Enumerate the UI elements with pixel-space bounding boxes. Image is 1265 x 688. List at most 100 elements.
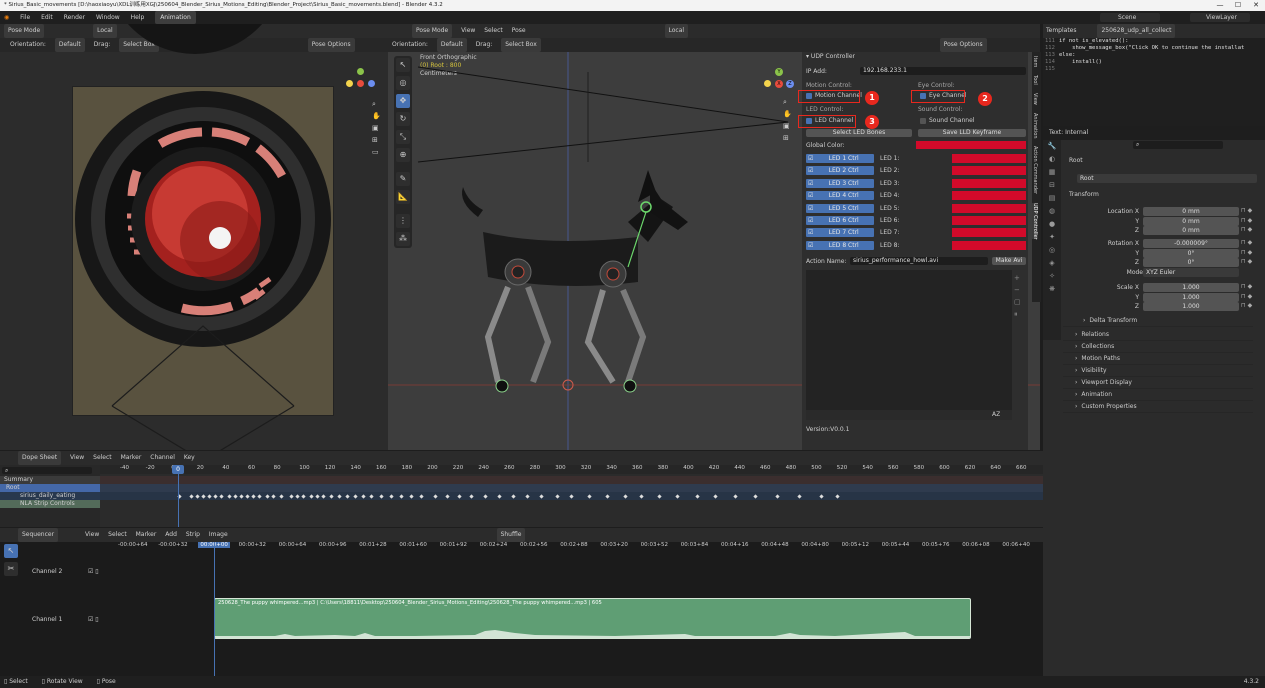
led-color-swatch[interactable] <box>952 228 1026 238</box>
led-color-swatch[interactable] <box>952 178 1026 188</box>
tab-animation[interactable]: Animation <box>1032 113 1038 139</box>
left-view-controls[interactable]: ⌕ ✋ ▣ ⊞ ▭ <box>372 98 382 158</box>
action-name-field[interactable]: sirius_performance_howl.avi <box>850 257 988 265</box>
udp-panel-header[interactable]: ▾ UDP Controller <box>802 52 1028 62</box>
property-section[interactable]: › Custom Properties <box>1063 401 1253 413</box>
led-ctrl-button[interactable]: ☑ LED 8 Ctrl <box>806 240 874 250</box>
ip-address-field[interactable]: 192.168.233.1 <box>860 67 1026 75</box>
led-ctrl-button[interactable]: ☑ LED 4 Ctrl <box>806 191 874 201</box>
sequencer[interactable]: Sequencer View Select Marker Add Strip I… <box>0 528 1043 676</box>
list-filter-bar[interactable] <box>806 410 1012 420</box>
scene-selector[interactable]: Scene <box>1100 13 1160 22</box>
shuffle-dropdown[interactable]: Shuffle <box>496 528 526 542</box>
dopesheet-menu-key[interactable]: Key <box>184 451 195 465</box>
lock-icon[interactable]: ⊓ ◆ <box>1241 258 1252 265</box>
keyframe-marker[interactable] <box>361 494 366 499</box>
minimize-button[interactable]: — <box>1211 0 1229 11</box>
tab-tool[interactable]: Tool <box>1032 75 1038 85</box>
seq-menu-view[interactable]: View <box>85 528 99 542</box>
keyframe-marker[interactable] <box>623 494 628 499</box>
channel-search[interactable]: ⌕ <box>2 467 92 474</box>
keyframe-marker[interactable] <box>337 494 342 499</box>
lock-icon[interactable]: ⊓ ◆ <box>1241 226 1252 233</box>
close-button[interactable]: ✕ <box>1247 0 1265 11</box>
keyframe-marker[interactable] <box>753 494 758 499</box>
view-layer-selector[interactable]: ViewLayer <box>1190 13 1250 22</box>
property-section[interactable]: › Delta Transform <box>1063 315 1253 327</box>
keyframe-marker[interactable] <box>713 494 718 499</box>
led-ctrl-button[interactable]: ☑ LED 3 Ctrl <box>806 178 874 188</box>
keyframe-marker[interactable] <box>525 494 530 499</box>
keyframe-marker[interactable] <box>775 494 780 499</box>
keyframe-marker[interactable] <box>189 494 194 499</box>
dopesheet-editor-type[interactable]: Dope Sheet <box>18 451 62 465</box>
main-menu-pose[interactable]: Pose <box>512 24 526 38</box>
keyframe-marker[interactable] <box>329 494 334 499</box>
main-3d-viewport[interactable]: Pose Mode View Select Pose Local Orienta… <box>388 24 1040 450</box>
dopesheet-ruler[interactable]: -40 -20 0 20 40 60 80 100 120 140 160 180 200 220 240 2… <box>100 465 1043 474</box>
led-color-swatch[interactable] <box>952 216 1026 225</box>
keyframe-marker[interactable] <box>695 494 700 499</box>
keyframe-marker[interactable] <box>265 494 270 499</box>
transform-value-field[interactable]: 0° <box>1143 258 1239 267</box>
code-area[interactable]: 111 if not is_elevated(): 112 show_message… <box>1043 38 1265 73</box>
keyframe-marker[interactable] <box>409 494 414 499</box>
channel-nla-controls[interactable]: NLA Strip Controls <box>0 500 100 508</box>
menu-file[interactable]: File <box>20 11 30 24</box>
properties-search[interactable]: ⌕ <box>1133 141 1223 149</box>
transform-value-field[interactable]: 0 mm <box>1143 207 1239 216</box>
keyframe-marker[interactable] <box>369 494 374 499</box>
lock-icon[interactable]: ⊓ ◆ <box>1241 293 1252 300</box>
keyframe-marker[interactable] <box>733 494 738 499</box>
lock-icon[interactable]: ⊓ ◆ <box>1241 283 1252 290</box>
keyframe-marker[interactable] <box>239 494 244 499</box>
keyframe-marker[interactable] <box>309 494 314 499</box>
tab-action-commander[interactable]: Action Commander <box>1032 146 1038 194</box>
keyframe-marker[interactable] <box>219 494 224 499</box>
lock-icon[interactable]: ⊓ ◆ <box>1241 239 1252 246</box>
main-pose-options[interactable]: Pose Options <box>939 38 987 52</box>
transform-value-field[interactable]: 0 mm <box>1143 226 1239 235</box>
keyframe-marker[interactable] <box>675 494 680 499</box>
transform-value-field[interactable]: -0.000009° <box>1143 239 1239 248</box>
keyframe-marker[interactable] <box>569 494 574 499</box>
led-color-swatch[interactable] <box>952 240 1026 250</box>
seq-menu-image[interactable]: Image <box>209 528 228 542</box>
keyframe-marker[interactable] <box>587 494 592 499</box>
playhead-line[interactable] <box>178 465 179 527</box>
camera-viewport[interactable]: Pose Mode Local Orientation: Default Dra… <box>0 24 388 450</box>
select-tool-icon[interactable]: ↖ <box>4 544 18 558</box>
property-section[interactable]: › Animation <box>1063 389 1253 401</box>
left-mode-dropdown[interactable]: Pose Mode <box>4 24 45 38</box>
keyframe-marker[interactable] <box>257 494 262 499</box>
text-file-selector[interactable]: 250628_udp_all_collect <box>1097 24 1176 38</box>
channel-root[interactable]: Root <box>0 484 100 492</box>
keyframe-marker[interactable] <box>213 494 218 499</box>
led-color-swatch[interactable] <box>952 166 1026 176</box>
transform-value-field[interactable]: 1.000 <box>1143 292 1239 302</box>
property-section[interactable]: › Viewport Display <box>1063 377 1253 389</box>
led-ctrl-button[interactable]: ☑ LED 6 Ctrl <box>806 216 874 225</box>
main-drag-dropdown[interactable]: Select Box <box>501 38 541 52</box>
keyframe-marker[interactable] <box>279 494 284 499</box>
keyframe-marker[interactable] <box>289 494 294 499</box>
global-color-swatch[interactable] <box>916 141 1026 149</box>
led-ctrl-button[interactable]: ☑ LED 2 Ctrl <box>806 166 874 176</box>
main-orientation-dropdown[interactable]: Default <box>436 38 467 52</box>
keyframe-marker[interactable] <box>271 494 276 499</box>
transform-value-field[interactable]: 0° <box>1143 248 1239 258</box>
keyframe-marker[interactable] <box>295 494 300 499</box>
tab-view[interactable]: View <box>1032 93 1038 105</box>
main-view-controls[interactable]: ⌕ ✋ ▣ ⊞ <box>783 96 793 144</box>
workspace-tab-animation[interactable]: Animation <box>155 11 196 24</box>
lock-icon[interactable]: ⊓ ◆ <box>1241 249 1252 256</box>
left-navigation-gizmo[interactable] <box>346 68 376 98</box>
audio-strip[interactable]: 250628_The puppy whimpered...mp3 | C:\Us… <box>214 598 971 639</box>
menu-window[interactable]: Window <box>96 11 120 24</box>
keyframe-marker[interactable] <box>345 494 350 499</box>
list-sort-button[interactable]: AZ <box>992 410 1002 419</box>
make-avi-button[interactable]: Make Avi <box>992 257 1026 265</box>
tab-item[interactable]: Item <box>1032 56 1038 67</box>
sequencer-playhead[interactable] <box>214 542 215 676</box>
save-led-keyframe-button[interactable]: Save LLD Keyframe <box>918 129 1026 137</box>
